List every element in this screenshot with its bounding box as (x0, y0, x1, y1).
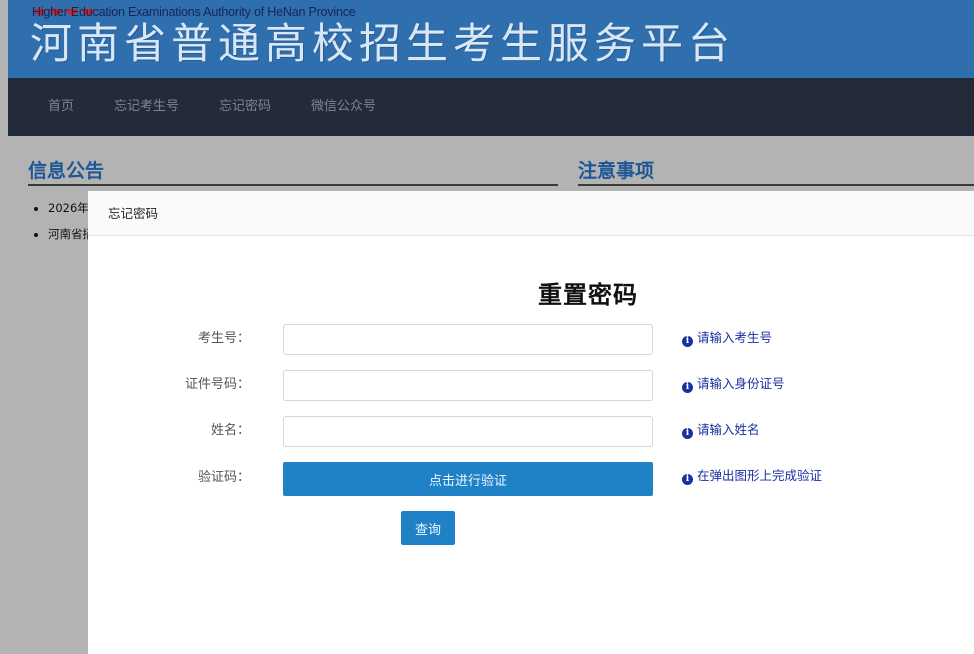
site-title-en: Higher Education Examinations Authority … (32, 5, 356, 19)
exam-no-hint: i 请输入考生号 (682, 323, 772, 353)
name-hint-text: 请输入姓名 (697, 422, 760, 437)
exam-no-input[interactable] (283, 324, 653, 355)
exam-no-hint-text: 请输入考生号 (697, 330, 773, 345)
nav-item-home[interactable]: 首页 (28, 78, 94, 136)
id-no-hint: i 请输入身份证号 (682, 369, 785, 399)
reset-password-modal: 忘记密码 重置密码 考生号： i 请输入考生号 证件号码： i 请输入身份证号 姓名… (88, 191, 974, 654)
captcha-verify-button[interactable]: 点击进行验证 (283, 462, 653, 496)
notes-section-title: 注意事项 (578, 160, 655, 182)
captcha-hint-text: 在弹出图形上完成验证 (697, 468, 823, 483)
info-section-divider (28, 184, 558, 186)
name-input[interactable] (283, 416, 653, 447)
name-label: 姓名： (210, 423, 250, 438)
info-circle-icon: i (682, 336, 693, 347)
nav-item-wechat[interactable]: 微信公众号 (291, 78, 396, 136)
nav-item-forgot-password[interactable]: 忘记密码 (199, 78, 291, 136)
info-section-title: 信息公告 (28, 160, 105, 182)
notice-list: 2026年 河南省招 (32, 195, 94, 247)
captcha-hint: i 在弹出图形上完成验证 (682, 461, 822, 491)
header-banner: Higher Education Examinations Authority … (8, 0, 974, 78)
id-no-hint-text: 请输入身份证号 (697, 376, 785, 391)
site-title-cn: 河南省普通高校招生考生服务平台 (30, 19, 736, 68)
info-circle-icon: i (682, 428, 693, 439)
captcha-label: 验证码： (197, 470, 250, 485)
modal-title: 重置密码 (538, 281, 638, 309)
info-circle-icon: i (682, 382, 693, 393)
info-circle-icon: i (682, 474, 693, 485)
id-no-input[interactable] (283, 370, 653, 401)
main-nav: 首页 忘记考生号 忘记密码 微信公众号 (8, 78, 974, 136)
id-no-label: 证件号码： (184, 377, 250, 392)
nav-item-forgot-exam-no[interactable]: 忘记考生号 (94, 78, 199, 136)
modal-header: 忘记密码 (88, 191, 974, 236)
page-root: Higher Education Examinations Authority … (0, 0, 974, 654)
query-button[interactable]: 查询 (401, 511, 455, 545)
exam-no-label: 考生号： (197, 331, 250, 346)
notes-section-divider (578, 184, 974, 186)
name-hint: i 请输入姓名 (682, 415, 760, 445)
